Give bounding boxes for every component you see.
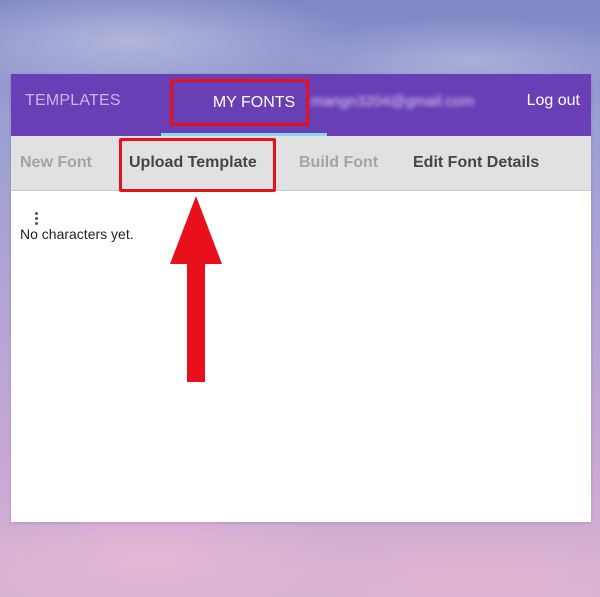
app-window: TEMPLATES MY FONTS mangn3204@gmail.com L… <box>11 74 591 522</box>
nav-tab-templates[interactable]: TEMPLATES <box>25 92 121 110</box>
user-email: mangn3204@gmail.com <box>311 93 474 110</box>
annotation-box-my-fonts <box>170 79 309 126</box>
characters-panel: No characters yet. <box>11 191 591 522</box>
empty-state-message: No characters yet. <box>20 226 134 242</box>
arrow-up-icon <box>170 196 222 382</box>
logout-link[interactable]: Log out <box>527 92 580 110</box>
edit-font-details-button[interactable]: Edit Font Details <box>413 136 539 190</box>
font-toolbar: New Font Upload Template Build Font Edit… <box>11 136 591 191</box>
new-font-button[interactable]: New Font <box>20 136 92 190</box>
build-font-button[interactable]: Build Font <box>299 136 378 190</box>
annotation-box-upload-template <box>119 138 276 192</box>
